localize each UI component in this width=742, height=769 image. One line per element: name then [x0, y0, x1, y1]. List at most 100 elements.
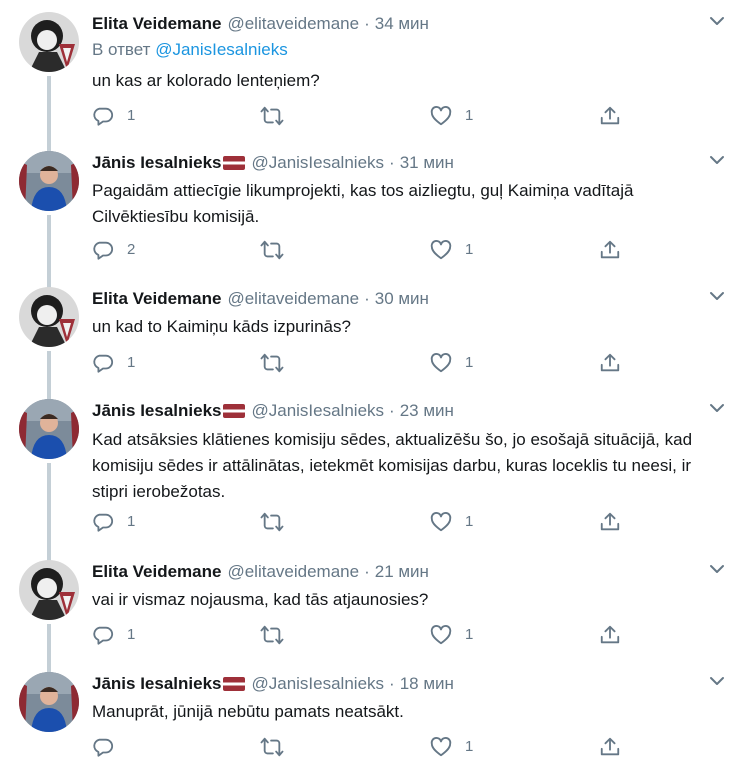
- timestamp[interactable]: 31 мин: [400, 153, 454, 172]
- share-icon: [600, 240, 620, 259]
- reply-button[interactable]: 2: [92, 238, 135, 262]
- thread-connector: [47, 215, 51, 289]
- tweet-header: Jānis Iesalnieks @JanisIesalnieks · 18 мин: [92, 672, 454, 696]
- reply-icon: [93, 738, 114, 757]
- reply-icon: [93, 354, 114, 373]
- like-button[interactable]: 1: [430, 238, 473, 262]
- tweet[interactable]: Jānis Iesalnieks @JanisIesalnieks · 31 мин …: [0, 151, 742, 289]
- latvia-flag-icon: [223, 404, 246, 418]
- reply-button[interactable]: 1: [92, 104, 135, 128]
- retweet-button[interactable]: [260, 238, 297, 262]
- heart-icon: [430, 512, 452, 532]
- timestamp[interactable]: 30 мин: [375, 289, 429, 308]
- share-button[interactable]: [599, 623, 621, 647]
- tweet-header: Elita Veidemane @elitaveidemane · 30 мин: [92, 287, 429, 311]
- tweet-text: un kad to Kaimiņu kāds izpurinās?: [92, 317, 351, 336]
- thread-connector: [47, 76, 51, 154]
- retweet-button[interactable]: [260, 351, 297, 375]
- tweet-header: Jānis Iesalnieks @JanisIesalnieks · 31 мин: [92, 151, 454, 175]
- tweet-text: vai ir vismaz nojausma, kad tās atjaunos…: [92, 590, 429, 609]
- tweet-actions: 1 1: [92, 510, 632, 534]
- author-handle[interactable]: @elitaveidemane: [227, 289, 359, 308]
- heart-icon: [430, 737, 452, 757]
- share-button[interactable]: [599, 735, 621, 759]
- chevron-down-icon[interactable]: [708, 560, 726, 580]
- retweet-button[interactable]: [260, 623, 297, 647]
- share-icon: [600, 512, 620, 531]
- retweet-icon: [260, 625, 284, 645]
- tweet-header: Jānis Iesalnieks @JanisIesalnieks · 23 мин: [92, 399, 454, 423]
- tweet[interactable]: Elita Veidemane @elitaveidemane · 21 мин va…: [0, 560, 742, 672]
- like-button[interactable]: 1: [430, 510, 473, 534]
- conversation-thread: Elita Veidemane @elitaveidemane · 34 мин В …: [0, 0, 742, 769]
- avatar[interactable]: [19, 151, 79, 211]
- separator-dot: ·: [364, 562, 370, 581]
- tweet[interactable]: Elita Veidemane @elitaveidemane · 34 мин В …: [0, 12, 742, 154]
- like-count: 1: [465, 107, 474, 124]
- share-button[interactable]: [599, 351, 621, 375]
- reply-button[interactable]: 1: [92, 510, 135, 534]
- author-handle[interactable]: @JanisIesalnieks: [251, 153, 384, 172]
- retweet-button[interactable]: [260, 104, 297, 128]
- retweet-button[interactable]: [260, 735, 297, 759]
- chevron-down-icon[interactable]: [708, 287, 726, 307]
- share-button[interactable]: [599, 104, 621, 128]
- avatar[interactable]: [19, 12, 79, 72]
- author-handle[interactable]: @elitaveidemane: [227, 562, 359, 581]
- like-button[interactable]: 1: [430, 351, 473, 375]
- chevron-down-icon[interactable]: [708, 12, 726, 32]
- author-handle[interactable]: @elitaveidemane: [227, 14, 359, 33]
- tweet-actions: 1 1: [92, 351, 632, 375]
- avatar[interactable]: [19, 560, 79, 620]
- share-icon: [600, 737, 620, 756]
- reply-icon: [93, 241, 114, 260]
- author-name[interactable]: Jānis Iesalnieks: [92, 674, 221, 693]
- share-button[interactable]: [599, 510, 621, 534]
- avatar[interactable]: [19, 672, 79, 732]
- heart-icon: [430, 353, 452, 373]
- reply-button[interactable]: 1: [92, 351, 135, 375]
- author-handle[interactable]: @JanisIesalnieks: [251, 401, 384, 420]
- author-name[interactable]: Jānis Iesalnieks: [92, 153, 221, 172]
- replying-to: В ответ @JanisIesalnieks: [92, 38, 288, 62]
- reply-count: 2: [127, 241, 136, 258]
- separator-dot: ·: [389, 674, 395, 693]
- timestamp[interactable]: 18 мин: [400, 674, 454, 693]
- tweet-text: Pagaidām attiecīgie likumprojekti, kas t…: [92, 181, 634, 226]
- author-handle[interactable]: @JanisIesalnieks: [251, 674, 384, 693]
- separator-dot: ·: [389, 153, 395, 172]
- timestamp[interactable]: 21 мин: [375, 562, 429, 581]
- like-button[interactable]: 1: [430, 735, 473, 759]
- timestamp[interactable]: 23 мин: [400, 401, 454, 420]
- avatar[interactable]: [19, 287, 79, 347]
- share-icon: [600, 106, 620, 125]
- like-button[interactable]: 1: [430, 104, 473, 128]
- retweet-icon: [260, 240, 284, 260]
- mention-link[interactable]: @JanisIesalnieks: [155, 40, 288, 59]
- timestamp[interactable]: 34 мин: [375, 14, 429, 33]
- retweet-button[interactable]: [260, 510, 297, 534]
- thread-connector: [47, 463, 51, 561]
- author-name[interactable]: Jānis Iesalnieks: [92, 401, 221, 420]
- retweet-icon: [260, 353, 284, 373]
- chevron-down-icon[interactable]: [708, 672, 726, 692]
- reply-button[interactable]: [92, 735, 127, 759]
- replying-label: В ответ: [92, 40, 151, 59]
- chevron-down-icon[interactable]: [708, 151, 726, 171]
- reply-button[interactable]: 1: [92, 623, 135, 647]
- tweet[interactable]: Jānis Iesalnieks @JanisIesalnieks · 18 мин …: [0, 672, 742, 769]
- chevron-down-icon[interactable]: [708, 399, 726, 419]
- like-button[interactable]: 1: [430, 623, 473, 647]
- author-name[interactable]: Elita Veidemane: [92, 562, 221, 581]
- tweet[interactable]: Elita Veidemane @elitaveidemane · 30 мин un…: [0, 287, 742, 399]
- tweet-actions: 2 1: [92, 238, 632, 262]
- heart-icon: [430, 106, 452, 126]
- share-icon: [600, 625, 620, 644]
- tweet[interactable]: Jānis Iesalnieks @JanisIesalnieks · 23 мин …: [0, 399, 742, 561]
- latvia-flag-icon: [223, 677, 246, 691]
- avatar[interactable]: [19, 399, 79, 459]
- reply-icon: [93, 513, 114, 532]
- share-button[interactable]: [599, 238, 621, 262]
- author-name[interactable]: Elita Veidemane: [92, 289, 221, 308]
- author-name[interactable]: Elita Veidemane: [92, 14, 221, 33]
